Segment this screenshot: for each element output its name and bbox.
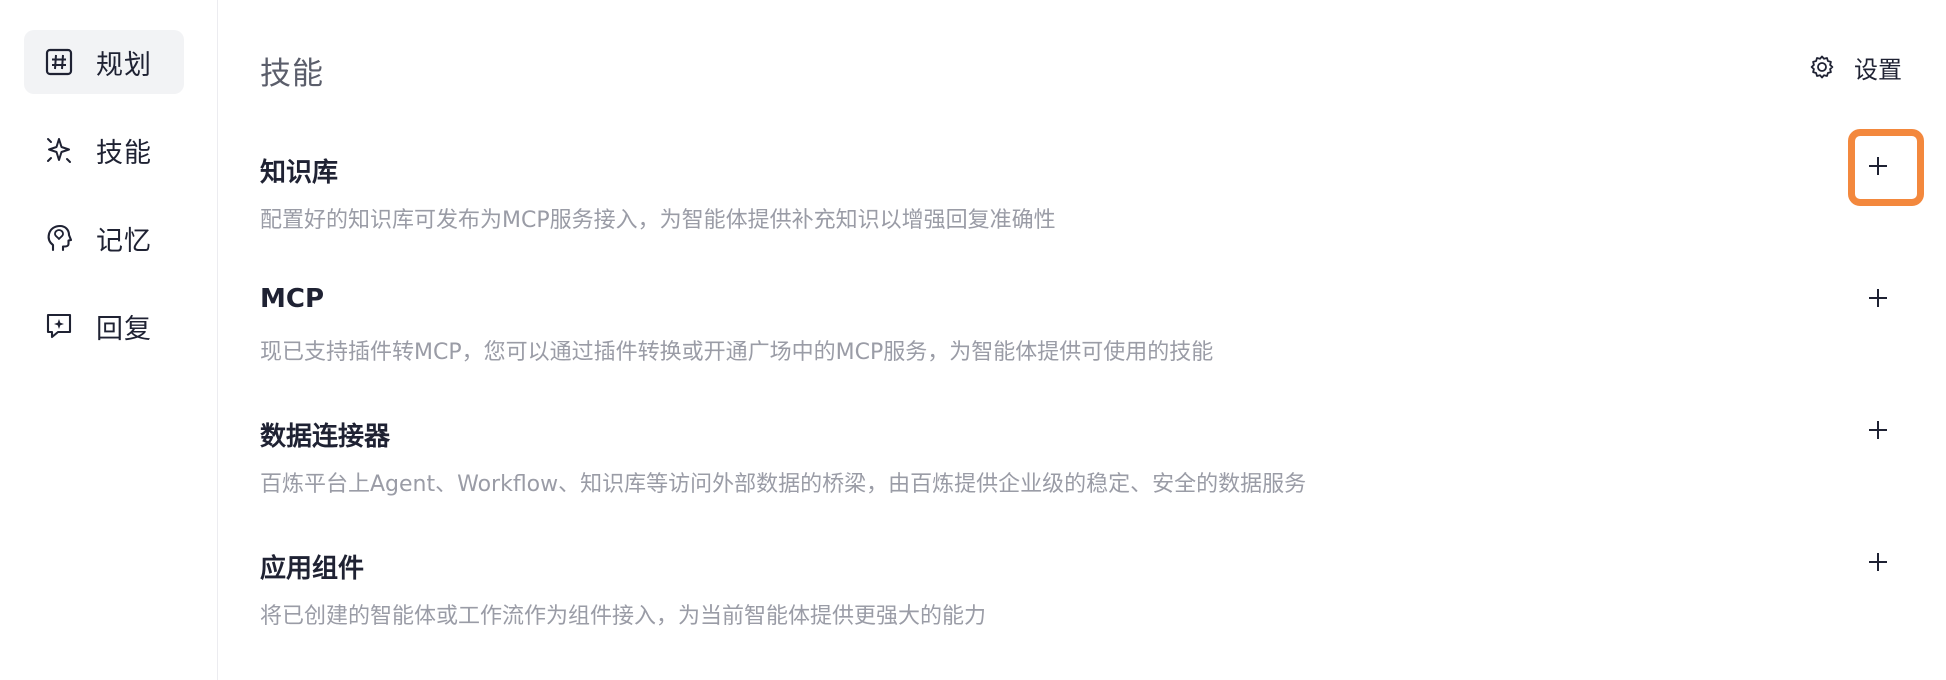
section-knowledge-base: 知识库 配置好的知识库可发布为MCP服务接入，为智能体提供补充知识以增强回复准确… — [260, 152, 1900, 262]
sidebar-item-label: 技能 — [96, 137, 152, 169]
head-icon — [44, 223, 74, 253]
add-data-connector-button[interactable] — [1856, 408, 1900, 452]
sparkle-icon — [44, 135, 74, 165]
section-description: 将已创建的智能体或工作流作为组件接入，为当前智能体提供更强大的能力 — [260, 604, 987, 629]
section-title: 知识库 — [260, 158, 339, 188]
plus-icon — [1867, 155, 1889, 177]
main-panel: 技能 设置 知识库 配置好的知识库可发布为MCP服务接入，为智能体提供补充知识以… — [218, 0, 1946, 680]
sidebar-item-skills[interactable]: 技能 — [24, 118, 184, 182]
hash-icon — [44, 47, 74, 77]
sidebar: 规划 技能 记忆 回复 — [0, 0, 218, 680]
settings-label: 设置 — [1854, 56, 1902, 84]
sidebar-item-reply[interactable]: 回复 — [24, 294, 184, 358]
add-app-component-button[interactable] — [1856, 540, 1900, 584]
app-root: 规划 技能 记忆 回复 技能 设置 知识库 配置好的知识库可发布为MCP服务接入… — [0, 0, 1946, 680]
section-title: 应用组件 — [260, 554, 365, 584]
add-knowledge-base-button[interactable] — [1856, 144, 1900, 188]
section-description: 配置好的知识库可发布为MCP服务接入，为智能体提供补充知识以增强回复准确性 — [260, 208, 1056, 233]
sidebar-item-label: 规划 — [96, 49, 152, 81]
sidebar-item-memory[interactable]: 记忆 — [24, 206, 184, 270]
plus-icon — [1867, 419, 1889, 441]
page-title: 技能 — [260, 56, 324, 92]
chat-sparkle-icon — [44, 311, 74, 341]
sidebar-item-planning[interactable]: 规划 — [24, 30, 184, 94]
gear-icon — [1808, 54, 1836, 82]
plus-icon — [1867, 287, 1889, 309]
section-data-connector: 数据连接器 百炼平台上Agent、Workflow、知识库等访问外部数据的桥梁，… — [260, 416, 1900, 526]
add-mcp-button[interactable] — [1856, 276, 1900, 320]
section-description: 现已支持插件转MCP，您可以通过插件转换或开通广场中的MCP服务，为智能体提供可… — [260, 340, 1214, 365]
section-description: 百炼平台上Agent、Workflow、知识库等访问外部数据的桥梁，由百炼提供企… — [260, 472, 1307, 497]
sidebar-item-label: 记忆 — [96, 225, 152, 257]
plus-icon — [1867, 551, 1889, 573]
section-mcp: MCP 现已支持插件转MCP，您可以通过插件转换或开通广场中的MCP服务，为智能… — [260, 284, 1900, 394]
settings-button[interactable]: 设置 — [1808, 50, 1902, 85]
section-app-components: 应用组件 将已创建的智能体或工作流作为组件接入，为当前智能体提供更强大的能力 — [260, 548, 1900, 658]
section-title: 数据连接器 — [260, 422, 391, 452]
section-title: MCP — [260, 284, 325, 314]
sidebar-item-label: 回复 — [96, 313, 152, 345]
